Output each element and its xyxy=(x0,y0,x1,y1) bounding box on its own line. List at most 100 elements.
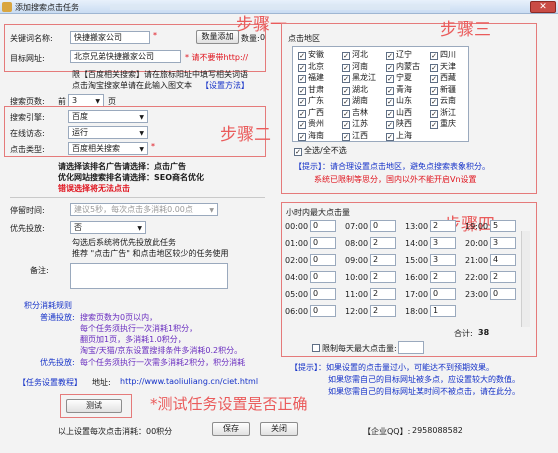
region-checkbox[interactable]: ✓ 江西 xyxy=(342,130,384,141)
hour-max-input[interactable]: 0 xyxy=(430,288,456,300)
hour-max-input[interactable]: 0 xyxy=(310,220,336,232)
checkbox-icon xyxy=(312,344,320,352)
region-checkbox[interactable]: ✓ 山西 xyxy=(386,107,428,118)
region-checkbox[interactable]: ✓ 广西 xyxy=(298,107,340,118)
hour-label: 13:00 xyxy=(405,222,429,231)
hour-max-input[interactable]: 2 xyxy=(430,271,456,283)
select-all-checkbox[interactable]: ✓ 全选/全不选 xyxy=(294,145,347,156)
hour-max-input[interactable]: 0 xyxy=(310,254,336,266)
region-checkbox[interactable]: ✓ 江苏 xyxy=(342,118,384,129)
priority-select[interactable]: 否 ▼ xyxy=(70,221,146,234)
region-checkbox[interactable]: ✓ 浙江 xyxy=(430,107,472,118)
hour-max-input[interactable]: 0 xyxy=(310,305,336,317)
region-checkbox[interactable]: ✓ 陕西 xyxy=(386,118,428,129)
close-button[interactable]: 关闭 xyxy=(260,422,298,436)
hour-max-input[interactable]: 2 xyxy=(370,254,396,266)
engine-select[interactable]: 百度 ▼ xyxy=(68,110,148,123)
hour-max-input[interactable]: 2 xyxy=(370,271,396,283)
region-checkbox[interactable]: ✓ 西藏 xyxy=(430,72,472,83)
chevron-down-icon: ▼ xyxy=(137,225,142,232)
address-link[interactable]: http://www.taoliuliang.cn/ciet.html xyxy=(120,377,258,386)
check-icon: ✓ xyxy=(430,109,438,118)
region-tip-line2: 系统已限制等思分，国内以外不能开启Vn设置 xyxy=(314,175,477,184)
stay-select[interactable]: 建议5秒，每次点击多消耗0.00点 ▼ xyxy=(70,203,218,216)
region-checkbox[interactable]: ✓ 重庆 xyxy=(430,118,472,129)
browser-select[interactable]: 运行 ▼ xyxy=(68,126,148,139)
region-checkbox[interactable]: ✓ 北京 xyxy=(298,61,340,72)
region-checkbox[interactable]: ✓ 新疆 xyxy=(430,84,472,95)
hourly-title: 小时内最大点击量 xyxy=(286,208,350,217)
hour-max-input[interactable]: 2 xyxy=(370,305,396,317)
region-label: 陕西 xyxy=(396,119,412,128)
keyword-input[interactable]: 快捷搬家公司 xyxy=(70,31,150,44)
url-label: 目标网址: xyxy=(10,54,45,63)
hour-label: 19:00 xyxy=(465,222,489,231)
remark-textarea[interactable] xyxy=(70,263,228,289)
hour-max-input[interactable]: 2 xyxy=(430,220,456,232)
check-icon: ✓ xyxy=(386,98,394,106)
region-checkbox[interactable]: ✓ 云南 xyxy=(430,95,472,106)
chevron-down-icon: ▼ xyxy=(139,130,144,137)
region-checkbox[interactable]: ✓ 黑龙江 xyxy=(342,72,384,83)
region-checkbox[interactable]: ✓ 湖南 xyxy=(342,95,384,106)
hour-max-input[interactable]: 0 xyxy=(310,288,336,300)
hour-max-input[interactable]: 5 xyxy=(490,220,516,232)
region-checkbox[interactable]: ✓ 湖北 xyxy=(342,84,384,95)
hour-max-input[interactable]: 2 xyxy=(370,237,396,249)
save-button[interactable]: 保存 xyxy=(212,422,250,436)
region-checkbox[interactable]: ✓ 福建 xyxy=(298,72,340,83)
qq-label: 【企业QQ】: xyxy=(363,427,411,436)
hour-label: 06:00 xyxy=(285,307,309,316)
hour-label: 16:00 xyxy=(405,273,429,282)
hour-max-input[interactable]: 0 xyxy=(310,271,336,283)
hour-max-input[interactable]: 3 xyxy=(490,237,516,249)
hourly-scrollbar[interactable] xyxy=(521,231,530,327)
tutorial-link[interactable]: 【任务设置教程】 xyxy=(18,377,82,388)
hour-max-input[interactable]: 3 xyxy=(430,254,456,266)
hour-max-input[interactable]: 2 xyxy=(490,271,516,283)
region-checkbox[interactable]: ✓ 安徽 xyxy=(298,49,340,60)
hour-max-input[interactable]: 2 xyxy=(370,288,396,300)
hour-max-input[interactable]: 0 xyxy=(370,220,396,232)
query-count-button[interactable]: 数量添加 xyxy=(196,30,239,44)
chevron-down-icon: ▼ xyxy=(209,207,214,214)
daily-limit-checkbox[interactable]: 限制每天最大点击量: xyxy=(312,343,397,354)
region-checkbox[interactable]: ✓ 贵州 xyxy=(298,118,340,129)
test-button[interactable]: 测试 xyxy=(66,399,122,413)
engine-value: 百度 xyxy=(72,112,88,121)
region-checkbox[interactable]: ✓ 四川 xyxy=(430,49,472,60)
region-checkbox[interactable]: ✓ 河北 xyxy=(342,49,384,60)
region-checkbox[interactable]: ✓ 青海 xyxy=(386,84,428,95)
url-input[interactable]: 北京兄弟快捷搬家公司 xyxy=(70,50,181,63)
hour-max-input[interactable]: 0 xyxy=(490,288,516,300)
region-checkbox[interactable]: ✓ 河南 xyxy=(342,61,384,72)
region-label: 海南 xyxy=(308,130,324,140)
region-checkbox[interactable]: ✓ 海南 xyxy=(298,130,340,141)
close-window-button[interactable]: ✕ xyxy=(530,1,556,13)
region-checkbox[interactable]: ✓ 甘肃 xyxy=(298,84,340,95)
region-checkbox[interactable]: ✓ 天津 xyxy=(430,61,472,72)
region-checkbox[interactable]: ✓ 吉林 xyxy=(342,107,384,118)
hour-max-input[interactable]: 3 xyxy=(430,237,456,249)
region-checkbox[interactable]: ✓ 辽宁 xyxy=(386,49,428,60)
region-checkbox[interactable]: ✓ 宁夏 xyxy=(386,72,428,83)
daily-limit-input[interactable] xyxy=(398,341,424,354)
click-type-select[interactable]: 百度相关搜索 ▼ xyxy=(68,142,148,155)
stay-label: 停留时间: xyxy=(10,206,45,215)
hour-label: 01:00 xyxy=(285,239,309,248)
hour-max-input[interactable]: 1 xyxy=(430,305,456,317)
region-label: 内蒙古 xyxy=(396,61,420,71)
check-icon: ✓ xyxy=(430,121,438,129)
region-checkbox[interactable]: ✓ 内蒙古 xyxy=(386,61,428,72)
region-checkbox[interactable]: ✓ 上海 xyxy=(386,130,428,141)
region-label: 青海 xyxy=(396,84,412,94)
region-checkbox[interactable]: ✓ 广东 xyxy=(298,95,340,106)
hour-max-input[interactable]: 4 xyxy=(490,254,516,266)
hour-max-input[interactable]: 0 xyxy=(310,237,336,249)
hourly-tip-line: 如果您需自己的目标网址某时间不被点击，请在此分。 xyxy=(328,387,520,396)
region-checkbox[interactable]: ✓ 山东 xyxy=(386,95,428,106)
count-value: 0 xyxy=(260,33,266,42)
check-icon: ✓ xyxy=(386,52,394,60)
setup-method-link[interactable]: 【设置方法】 xyxy=(201,80,249,91)
test-note-annotation: *测试任务设置是否正确 xyxy=(150,395,308,413)
